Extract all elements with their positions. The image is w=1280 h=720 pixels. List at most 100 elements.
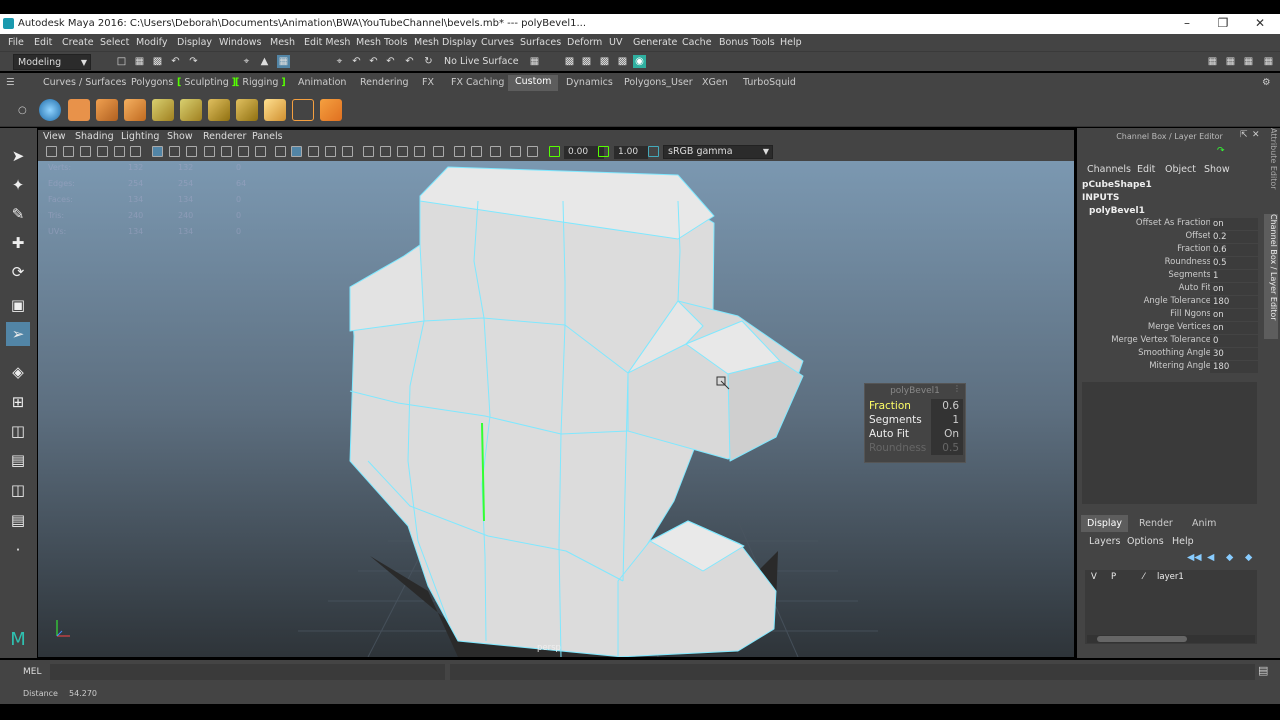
- gamma-value[interactable]: 1.00: [614, 146, 648, 159]
- open-scene-icon[interactable]: ▦: [133, 55, 146, 68]
- multisample-icon[interactable]: [510, 146, 521, 157]
- extrude-icon[interactable]: [96, 99, 118, 121]
- layer-playback-toggle[interactable]: P: [1111, 572, 1116, 582]
- color-management-icon[interactable]: [648, 146, 659, 157]
- smooth-icon[interactable]: [180, 99, 202, 121]
- in-view-value[interactable]: 0.6: [931, 399, 963, 413]
- select-component-icon[interactable]: ▦: [277, 55, 290, 68]
- ipr-render-icon[interactable]: ▩: [616, 55, 629, 68]
- script-editor-icon[interactable]: ▤: [1258, 664, 1268, 677]
- layer-menu-options[interactable]: Options: [1127, 536, 1164, 547]
- attribute-row[interactable]: Merge Vertex Tolerance 0: [1077, 335, 1259, 348]
- in-view-value[interactable]: On: [931, 427, 963, 441]
- shelf-tab-fx-caching[interactable]: FX Caching: [451, 77, 504, 88]
- grease-pencil-icon[interactable]: [114, 146, 125, 157]
- toolbox-more-icon[interactable]: ·: [6, 538, 30, 562]
- in-view-row-roundness[interactable]: Roundness 0.5: [867, 441, 963, 455]
- drag-handle-icon[interactable]: ⋮: [953, 384, 961, 393]
- two-d-pan-icon[interactable]: [97, 146, 108, 157]
- sidebar-toggle-icon[interactable]: ▦: [1206, 55, 1219, 68]
- shelf-settings-icon[interactable]: ⚙: [1262, 77, 1271, 88]
- command-input[interactable]: [50, 664, 445, 680]
- history-icon[interactable]: ▩: [563, 55, 576, 68]
- persp-outliner-layout-icon[interactable]: ◫: [6, 419, 30, 443]
- menu-bonus-tools[interactable]: Bonus Tools: [719, 37, 775, 48]
- attribute-value[interactable]: 0.2: [1210, 231, 1258, 243]
- shape-node-name[interactable]: pCubeShape1: [1082, 180, 1152, 190]
- xray-icon[interactable]: [291, 146, 302, 157]
- tab-anim[interactable]: Anim: [1186, 515, 1222, 532]
- shelf-tab-custom[interactable]: Custom: [508, 75, 559, 91]
- select-hierarchy-icon[interactable]: ⌖: [240, 55, 253, 68]
- motion-blur-icon[interactable]: [490, 146, 501, 157]
- shelf-tab-fx[interactable]: FX: [422, 77, 434, 88]
- attribute-row[interactable]: Merge Vertices on: [1077, 322, 1259, 335]
- tab-render[interactable]: Render: [1133, 515, 1179, 532]
- attribute-row[interactable]: Auto Fit on: [1077, 283, 1259, 296]
- last-tool-icon[interactable]: ➢: [6, 322, 30, 346]
- in-view-row-fraction[interactable]: Fraction 0.6: [867, 399, 963, 413]
- depth-of-field-icon[interactable]: [527, 146, 538, 157]
- menu-edit[interactable]: Edit: [34, 37, 52, 48]
- shelf-tab-rendering[interactable]: Rendering: [360, 77, 409, 88]
- script-language-label[interactable]: MEL: [23, 667, 41, 677]
- lasso-tool-icon[interactable]: ✦: [6, 173, 30, 197]
- shadows-icon[interactable]: [238, 146, 249, 157]
- resolution-gate-icon[interactable]: [342, 146, 353, 157]
- move-layer-up-icon[interactable]: ◀◀: [1187, 552, 1202, 563]
- screen-ao-icon[interactable]: [255, 146, 266, 157]
- uv-editor-layout-icon[interactable]: ▤: [6, 508, 30, 532]
- bridge-icon[interactable]: [152, 99, 174, 121]
- live-surface-label[interactable]: No Live Surface: [444, 56, 519, 67]
- field-chart-icon[interactable]: [380, 146, 391, 157]
- menu-mesh[interactable]: Mesh: [270, 37, 295, 48]
- attribute-value[interactable]: 1: [1210, 270, 1258, 282]
- attribute-value[interactable]: 0: [1210, 335, 1258, 347]
- horizontal-scrollbar[interactable]: [1087, 635, 1255, 643]
- four-view-layout-icon[interactable]: ⊞: [6, 390, 30, 414]
- undo-icon[interactable]: ↶: [169, 55, 182, 68]
- attribute-row[interactable]: Smoothing Angle 30: [1077, 348, 1259, 361]
- symmetry-icon[interactable]: ▦: [528, 55, 541, 68]
- tool-settings-toggle-icon[interactable]: ▦: [1242, 55, 1255, 68]
- use-lights-icon[interactable]: [221, 146, 232, 157]
- layer-visibility-toggle[interactable]: V: [1091, 572, 1097, 582]
- persp-graph-layout-icon[interactable]: ▤: [6, 448, 30, 472]
- shelf-tab-turbosquid[interactable]: TurboSquid: [743, 77, 796, 88]
- menu-help[interactable]: Help: [780, 37, 802, 48]
- wireframe-icon[interactable]: [152, 146, 163, 157]
- shelf-tab-curves-surfaces[interactable]: Curves / Surfaces: [43, 77, 126, 88]
- color-space-dropdown[interactable]: sRGB gamma ▼: [663, 145, 773, 159]
- shelf-tab-xgen[interactable]: XGen: [702, 77, 728, 88]
- insert-edge-loop-icon[interactable]: [292, 99, 314, 121]
- snap-grid-icon[interactable]: ⌖: [333, 55, 346, 68]
- bookmarks-icon[interactable]: [63, 146, 74, 157]
- attribute-row[interactable]: Segments 1: [1077, 270, 1259, 283]
- menu-mesh-tools[interactable]: Mesh Tools: [356, 37, 407, 48]
- mode-dropdown[interactable]: Modeling ▼: [13, 54, 91, 70]
- perspective-viewport[interactable]: Verts: 132 132 0 Edges: 254 254 64 Faces…: [38, 161, 1074, 657]
- scrollbar-thumb[interactable]: [1097, 636, 1187, 642]
- new-layer-selected-icon[interactable]: ◆: [1245, 552, 1252, 563]
- camera-attributes-icon[interactable]: [46, 146, 57, 157]
- attribute-value[interactable]: 30: [1210, 348, 1258, 360]
- safe-title-icon[interactable]: [414, 146, 425, 157]
- sphere-icon[interactable]: [39, 99, 61, 121]
- isolate-select-icon[interactable]: [275, 146, 286, 157]
- attribute-row[interactable]: Offset As Fraction on: [1077, 218, 1259, 231]
- shelf-menu-icon[interactable]: ☰: [6, 77, 15, 88]
- multi-cut-icon[interactable]: [264, 99, 286, 121]
- input-node-name[interactable]: polyBevel1: [1089, 206, 1145, 216]
- attribute-row[interactable]: Offset 0.2: [1077, 231, 1259, 244]
- panel-menu-view[interactable]: View: [43, 131, 66, 142]
- channel-box-menu-show[interactable]: Show: [1204, 164, 1230, 175]
- layer-row[interactable]: V P ⁄ layer1: [1085, 572, 1257, 586]
- menu-mesh-display[interactable]: Mesh Display: [414, 37, 477, 48]
- gate-mask-icon[interactable]: [363, 146, 374, 157]
- single-perspective-layout-icon[interactable]: ◈: [6, 360, 30, 384]
- menu-create[interactable]: Create: [62, 37, 94, 48]
- panel-menu-lighting[interactable]: Lighting: [121, 131, 159, 142]
- menu-windows[interactable]: Windows: [219, 37, 261, 48]
- attribute-row[interactable]: Mitering Angle 180: [1077, 361, 1259, 374]
- shelf-tab-polygons-user[interactable]: Polygons_User: [624, 77, 693, 88]
